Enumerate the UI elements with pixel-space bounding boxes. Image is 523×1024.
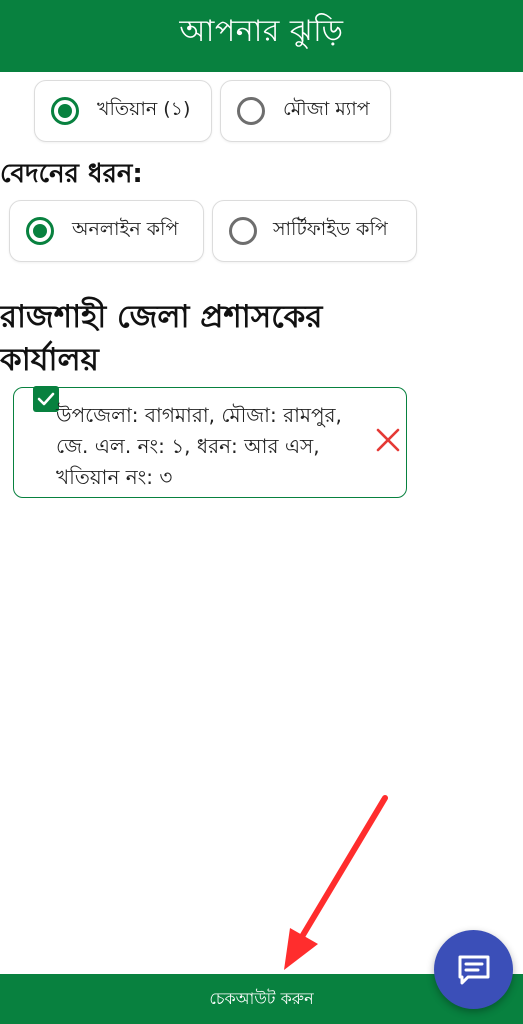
option-online-copy[interactable]: অনলাইন কপি (9, 200, 204, 262)
option-mouza-map-label: মৌজা ম্যাপ (283, 98, 370, 120)
option-khatian[interactable]: খতিয়ান (১) (34, 80, 212, 142)
radio-mouza-map[interactable] (237, 97, 265, 125)
option-online-copy-label: অনলাইন কপি (72, 218, 179, 240)
page-title: আপনার ঝুড়ি (179, 13, 344, 49)
office-title: রাজশাহী জেলা প্রশাসকের কার্যালয় (0, 299, 323, 378)
chat-fab-button[interactable] (434, 930, 513, 1009)
cart-item-card: উপজেলা: বাগমারা, মৌজা: রামপুর, জে. এল. ন… (13, 386, 407, 498)
cart-item-description: উপজেলা: বাগমারা, মৌজা: রামপুর, জে. এল. ন… (56, 403, 342, 489)
option-certified-copy[interactable]: সার্টিফাইড কপি (212, 200, 417, 262)
chat-icon (458, 955, 489, 984)
annotation-arrow (284, 795, 388, 970)
app-header: আপনার ঝুড়ি (0, 0, 523, 72)
remove-icon[interactable] (374, 426, 402, 454)
option-khatian-label: খতিয়ান (১) (97, 98, 191, 120)
radio-certified-copy[interactable] (229, 217, 257, 245)
check-icon (37, 392, 55, 406)
application-type-label: বেদনের ধরন: (0, 159, 143, 189)
radio-khatian[interactable] (51, 97, 79, 125)
radio-online-copy[interactable] (26, 217, 54, 245)
checkout-label: চেকআউট করুন (209, 988, 314, 1008)
option-certified-copy-label: সার্টিফাইড কপি (273, 218, 388, 240)
option-mouza-map[interactable]: মৌজা ম্যাপ (220, 80, 391, 142)
